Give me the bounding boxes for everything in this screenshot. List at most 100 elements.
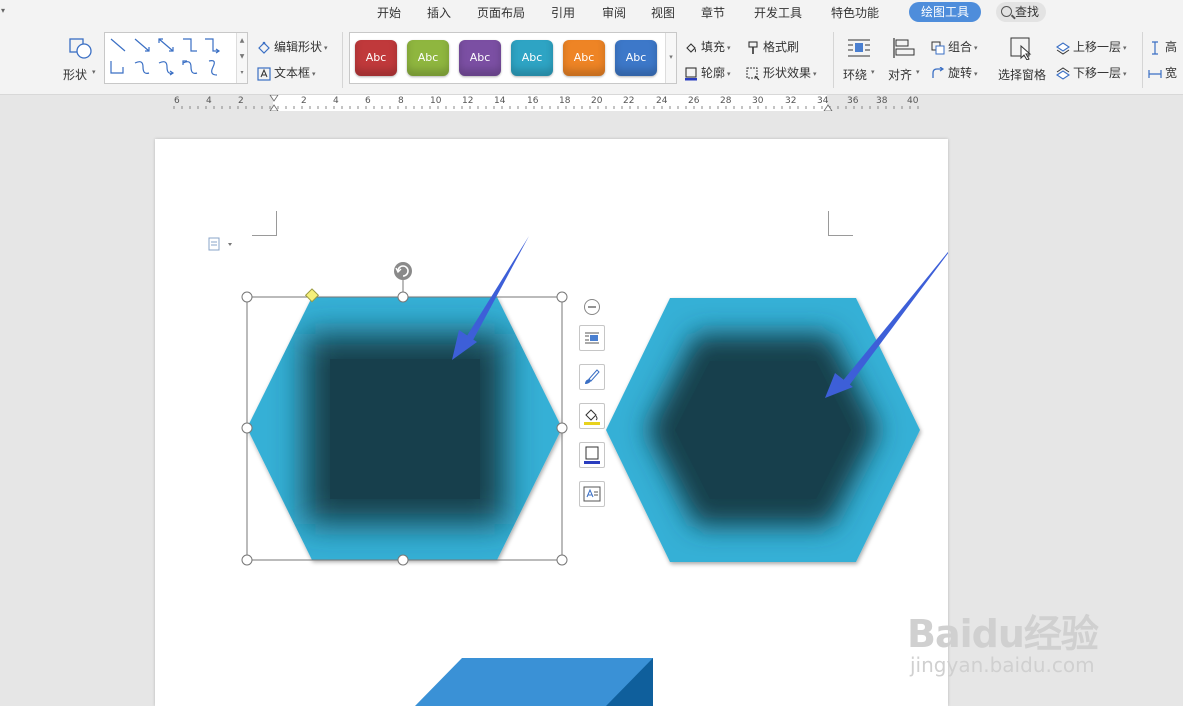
collapse-toolbar-icon[interactable] [583,298,601,316]
fill-caret-icon: ▾ [727,43,731,52]
collapse-caret-icon[interactable]: ▾ [1,6,5,15]
style-preset-red[interactable]: Abc [355,40,397,76]
style-preset-purple[interactable]: Abc [459,40,501,76]
shape-dropdown-caret-icon: ▾ [92,68,96,76]
ruler-tick-label: 24 [656,96,668,106]
tab-review[interactable]: 审阅 [602,4,626,22]
shape-effects-button[interactable]: 形状效果 ▾ [746,64,817,81]
send-backward-label: 下移一层 [1073,66,1122,80]
text-wrap-button[interactable] [579,481,605,507]
ribbon-separator [833,32,834,88]
ruler-tick-label: 32 [785,96,797,106]
resize-handle-se [556,554,568,566]
selection-pane-button[interactable]: 选择窗格 [997,34,1047,88]
tab-home[interactable]: 开始 [377,4,401,22]
fill-button[interactable]: 填充 ▾ [684,38,731,55]
resize-handle-s [397,554,409,566]
bring-forward-button[interactable]: 上移一层 ▾ [1056,38,1127,55]
ruler-tick-label: 26 [688,96,700,106]
tab-chapter[interactable]: 章节 [701,4,725,22]
shape-outline-button[interactable] [579,442,605,468]
tab-insert[interactable]: 插入 [427,4,451,22]
horizontal-ruler[interactable]: 6 4 2 2 4 6 8 10 12 14 16 18 20 22 24 26 28 30 32 34 36 38 40 [170,95,925,111]
style-preset-green[interactable]: Abc [407,40,449,76]
rotate-button[interactable]: 旋转 ▾ [931,64,978,81]
ruler-tick-label: 2 [238,96,244,106]
wrap-button[interactable]: 环绕 ▾ [842,34,878,88]
align-button[interactable]: 对齐 ▾ [887,34,923,88]
tab-page-layout[interactable]: 页面布局 [477,4,525,22]
fill-label: 填充 [701,40,726,54]
send-backward-button[interactable]: 下移一层 ▾ [1056,64,1127,81]
edit-shape-icon [258,41,270,54]
text-format-icon [583,486,601,502]
style-preset-teal[interactable]: Abc [511,40,553,76]
tab-drawing-tools[interactable]: 绘图工具 [909,2,982,22]
tab-references[interactable]: 引用 [551,4,575,22]
document-page[interactable]: Baidu经验 jingyan.baidu.com [155,139,1099,706]
search-label: 查找 [1015,5,1040,19]
style-gallery-expand-icon[interactable]: ▾ [666,53,676,61]
height-field[interactable]: 高 [1148,38,1177,55]
shape-button[interactable]: 形状 ▾ [62,34,98,88]
ruler-tick-label: 28 [720,96,732,106]
group-icon [931,41,945,54]
style-preset-blue[interactable]: Abc [615,40,657,76]
hexagon-shape-square-glow[interactable] [247,297,562,560]
ruler-tick-label: 22 [623,96,635,106]
layout-options-button[interactable] [579,325,605,351]
format-painter-button[interactable]: 格式刷 [746,38,799,55]
wrap-label: 环绕 [843,68,868,82]
selection-pane-label: 选择窗格 [998,68,1047,82]
scroll-up-icon[interactable]: ▲ [237,33,247,49]
menu-bar: ▾ 开始 插入 页面布局 引用 审阅 视图 章节 开发工具 特色功能 绘图工具 … [0,0,1183,26]
ribbon-separator [342,32,343,88]
fill-bucket-icon [584,409,600,425]
tab-special-features[interactable]: 特色功能 [831,4,879,22]
search-button[interactable]: 查找 [996,2,1046,22]
bottom-partial-shape[interactable] [415,658,653,706]
scroll-down-icon[interactable]: ▼ [237,49,247,65]
ruler-tick-label: 8 [398,96,404,106]
outline-button[interactable]: 轮廓 ▾ [684,64,731,81]
wrap-text-icon [848,39,870,57]
style-gallery-scrollbar[interactable]: ▾ [665,33,676,83]
width-field[interactable]: 宽 [1148,64,1177,81]
fill-bucket-icon [686,42,696,53]
ruler-tick-label: 16 [527,96,539,106]
shape-icon [69,38,92,59]
ruler-tick-label: 2 [301,96,307,106]
width-label: 宽 [1165,66,1178,80]
edit-shape-button[interactable]: 编辑形状 ▾ [257,38,328,55]
ruler-tick-label: 18 [559,96,571,106]
shape-style-gallery: Abc Abc Abc Abc Abc Abc ▾ [349,32,677,84]
resize-handle-e [556,422,568,434]
group-button[interactable]: 组合 ▾ [931,38,978,55]
format-painter-icon [748,40,758,54]
resize-handle-nw [241,291,253,303]
textbox-button[interactable]: 文本框 ▾ [257,64,316,81]
style-preset-orange[interactable]: Abc [563,40,605,76]
shape-gallery[interactable]: ▲ ▼ ▾ [104,32,248,84]
align-caret-icon: ▾ [916,68,920,76]
shape-fill-button[interactable] [579,403,605,429]
rotate-label: 旋转 [948,66,973,80]
align-label: 对齐 [888,68,913,82]
ruler-tick-label: 6 [174,96,180,106]
line-shapes-icon [110,38,221,76]
bring-forward-label: 上移一层 [1073,40,1122,54]
watermark-url: jingyan.baidu.com [910,653,1095,677]
hexagon-shape-hex-glow[interactable] [606,298,920,562]
wrap-caret-icon: ▾ [871,68,875,76]
resize-handle-ne [556,291,568,303]
ruler-tick-label: 4 [333,96,339,106]
tab-view[interactable]: 视图 [651,4,675,22]
paintbrush-icon [585,369,600,384]
tab-developer[interactable]: 开发工具 [754,4,802,22]
bring-forward-icon [1056,41,1070,55]
width-icon [1148,69,1162,78]
shape-style-button[interactable] [579,364,605,390]
gallery-scrollbar[interactable]: ▲ ▼ ▾ [236,33,247,83]
edit-shape-caret-icon: ▾ [324,43,328,52]
gallery-expand-icon[interactable]: ▾ [237,65,247,81]
